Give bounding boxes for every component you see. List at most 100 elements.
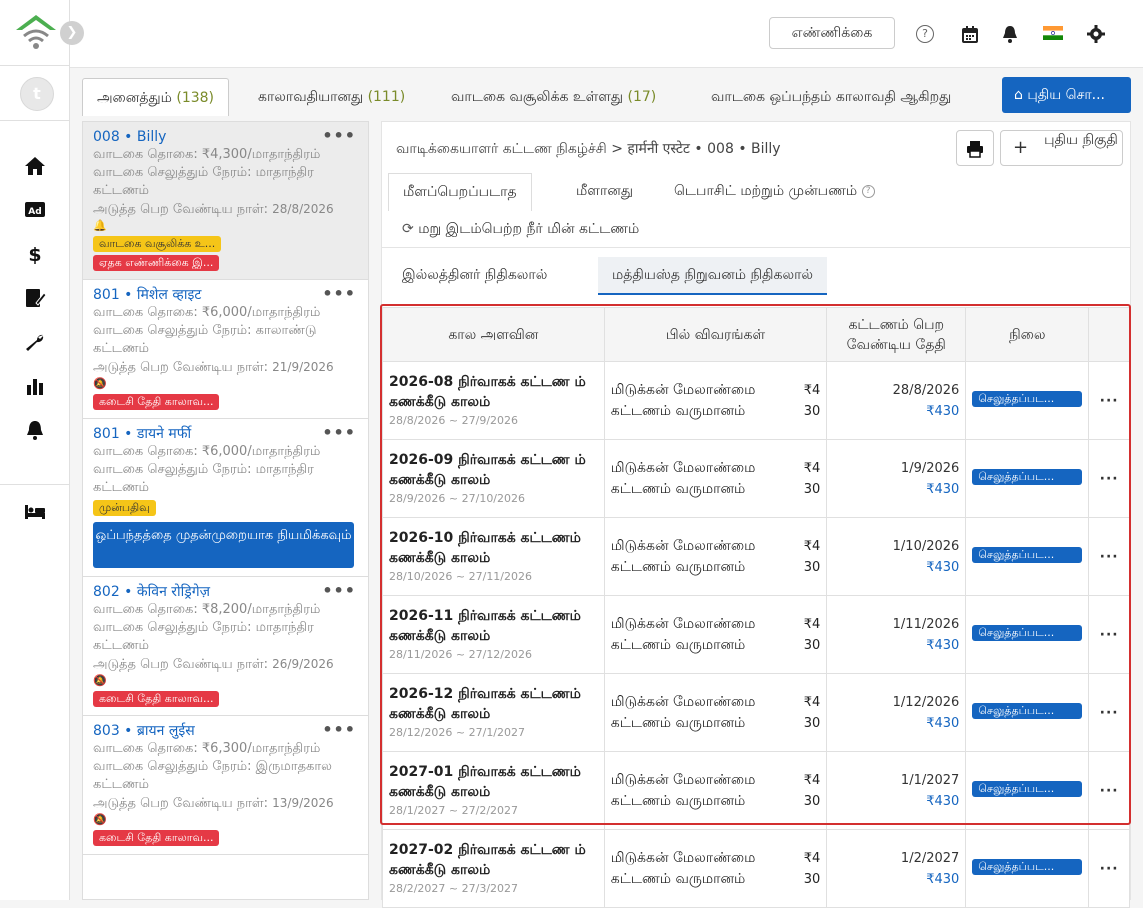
more-options-icon[interactable]: ••• <box>322 284 356 303</box>
status-cell: செலுத்தப்பட... <box>965 595 1090 674</box>
table-row[interactable]: 2026-09 நிர்வாகக் கட்டண ம் கணக்கீடு காலம… <box>382 439 1130 518</box>
due-amount: ₹430 <box>926 793 960 809</box>
rent-amount: வாடகை தொகை: ₹6,000/மாதாந்திரம் <box>93 444 321 459</box>
utility-bills-label: மறு இடம்பெற்ற நீர் மின் கட்டணம் <box>418 221 640 237</box>
period-cell: 2026-12 நிர்வாகக் கட்டணம் கணக்கீடு காலம்… <box>382 673 605 752</box>
row-more-icon[interactable]: ··· <box>1088 517 1130 596</box>
tenant-card[interactable]: 801 • डायने मर्फी ••• வாடகை தொகை: ₹6,000… <box>83 419 368 577</box>
bill-details-cell: மிடுக்கன் மேலாண்மை கட்டணம் வருமானம் ₹4 30 <box>603 517 828 596</box>
tab-unrecovered[interactable]: மீளப்பெறப்படாத <box>388 173 532 211</box>
payment-schedule: வாடகை செலுத்தும் நேரம்: மாதாந்திர கட்டணம… <box>93 165 314 198</box>
notification-bell-icon[interactable] <box>1000 24 1020 44</box>
tab-all[interactable]: அனைத்தும் (138) <box>82 78 230 116</box>
next-due-label: அடுத்த பெற வேண்டிய நாள்: <box>93 796 268 811</box>
sidebar-divider <box>0 120 70 121</box>
row-more-icon[interactable]: ··· <box>1088 673 1130 752</box>
tab-resident-funds[interactable]: இல்லத்தினர் நிதிகலால் <box>402 257 547 295</box>
status-badge: செலுத்தப்பட... <box>972 546 1083 563</box>
contract-icon[interactable] <box>23 287 47 309</box>
tenant-title: 008 • Billy <box>93 129 167 145</box>
rent-amount: வாடகை தொகை: ₹4,300/மாதாந்திரம் <box>93 147 321 162</box>
due-amount: ₹430 <box>926 715 960 731</box>
column-header: பில் விவரங்கள் <box>603 307 828 362</box>
new-button[interactable]: ⌂ புதிய சொ... <box>1002 77 1131 113</box>
next-due: அடுத்த பெற வேண்டிய நாள்: 28/8/2026 <box>93 200 358 219</box>
next-due-date: 21/9/2026 <box>272 360 334 374</box>
bill-amount: ₹4 30 <box>804 380 821 422</box>
table-row[interactable]: 2027-02 நிர்வாகக் கட்டண ம் கணக்கீடு காலம… <box>382 829 1130 908</box>
tab-deposit-advance[interactable]: டெபாசிட் மற்றும் முன்பணம் ? <box>674 183 875 201</box>
bill-description: மிடுக்கன் மேலாண்மை கட்டணம் வருமானம் <box>610 537 756 575</box>
ad-icon[interactable]: Ad <box>23 199 47 221</box>
help-icon[interactable]: ? <box>916 25 934 43</box>
due-cell: 1/9/2026 ₹430 <box>826 439 967 518</box>
status-cell: செலுத்தப்பட... <box>965 673 1090 752</box>
avatar[interactable]: t <box>20 77 54 111</box>
period-title: 2026-12 நிர்வாகக் கட்டணம் கணக்கீடு காலம் <box>389 686 581 722</box>
row-more-icon[interactable]: ··· <box>1088 439 1130 518</box>
tenant-card[interactable]: 802 • केविन रोड्रिगेज़ ••• வாடகை தொகை: ₹… <box>83 577 368 716</box>
table-row[interactable]: 2026-10 நிர்வாகக் கட்டணம் கணக்கீடு காலம்… <box>382 517 1130 596</box>
row-more-icon[interactable]: ··· <box>1088 751 1130 830</box>
tenant-name: Billy <box>136 129 167 145</box>
period-title: 2026-10 நிர்வாகக் கட்டணம் கணக்கீடு காலம் <box>389 530 581 566</box>
period-cell: 2026-09 நிர்வாகக் கட்டண ம் கணக்கீடு காலம… <box>382 439 605 518</box>
row-more-icon[interactable]: ··· <box>1088 361 1130 440</box>
more-options-icon[interactable]: ••• <box>322 126 356 145</box>
period-title: 2027-01 நிர்வாகக் கட்டணம் கணக்கீடு காலம் <box>389 764 581 800</box>
tenant-card[interactable]: 801 • मिशेल व्हाइट ••• வாடகை தொகை: ₹6,00… <box>83 280 368 419</box>
utility-bills-link[interactable]: ⟳ மறு இடம்பெற்ற நீர் மின் கட்டணம் <box>402 221 639 239</box>
more-options-icon[interactable]: ••• <box>322 423 356 442</box>
new-invoice-button[interactable]: + புதிய நிகுதி <box>1000 130 1123 166</box>
calendar-icon[interactable] <box>960 24 980 44</box>
due-amount: ₹430 <box>926 559 960 575</box>
bill-amount: ₹4 30 <box>804 614 821 656</box>
bed-icon[interactable] <box>23 501 47 523</box>
tab-label: வாடகை ஒப்பந்தம் காலாவதி ஆகிறது <box>711 89 952 105</box>
expand-sidebar-button[interactable]: ❯ <box>60 21 84 45</box>
bill-description: மிடுக்கன் மேலாண்மை கட்டணம் வருமானம் <box>610 849 756 887</box>
row-more-icon[interactable]: ··· <box>1088 829 1130 908</box>
more-options-icon[interactable]: ••• <box>322 581 356 600</box>
tenant-card[interactable]: 008 • Billy ••• வாடகை தொகை: ₹4,300/மாதாந… <box>83 122 368 280</box>
print-button[interactable] <box>956 130 994 166</box>
tab-agency-funds[interactable]: மத்தியஸ்த நிறுவனம் நிதிகலால் <box>598 257 828 295</box>
bar-chart-icon[interactable] <box>23 375 47 397</box>
table-row[interactable]: 2027-01 நிர்வாகக் கட்டணம் கணக்கீடு காலம்… <box>382 751 1130 830</box>
count-button[interactable]: எண்ணிக்கை <box>769 17 895 49</box>
next-due: அடுத்த பெற வேண்டிய நாள்: 21/9/2026 <box>93 358 358 377</box>
period-cell: 2026-10 நிர்வாகக் கட்டணம் கணக்கீடு காலம்… <box>382 517 605 596</box>
divider <box>382 247 1130 248</box>
tab-expired[interactable]: காலாவதியானது (111) <box>258 78 405 116</box>
help-icon[interactable]: ? <box>861 184 875 198</box>
bill-amount-part: ₹4 <box>803 538 821 554</box>
bill-amount-part: 30 <box>803 559 821 575</box>
bill-details-cell: மிடுக்கன் மேலாண்மை கட்டணம் வருமானம் ₹4 30 <box>603 829 828 908</box>
row-more-icon[interactable]: ··· <box>1088 595 1130 674</box>
tab-count: (111) <box>367 89 406 105</box>
bell-icon[interactable] <box>23 419 47 441</box>
svg-text:$: $ <box>28 244 41 265</box>
bill-description: மிடுக்கன் மேலாண்மை கட்டணம் வருமானம் <box>610 693 756 731</box>
home-icon[interactable] <box>23 155 47 177</box>
tenant-list: 008 • Billy ••• வாடகை தொகை: ₹4,300/மாதாந… <box>82 121 369 900</box>
more-options-icon[interactable]: ••• <box>322 720 356 739</box>
table-row[interactable]: 2026-08 நிர்வாகக் கட்டண ம் கணக்கீடு காலம… <box>382 361 1130 440</box>
tab-rent-to-collect[interactable]: வாடகை வசூலிக்க உள்ளது (17) <box>451 78 656 116</box>
tenant-card[interactable]: 803 • ब्रायन लुईस ••• வாடகை தொகை: ₹6,300… <box>83 716 368 855</box>
next-due-label: அடுத்த பெற வேண்டிய நாள்: <box>93 202 268 217</box>
table-row[interactable]: 2026-11 நிர்வாகக் கட்டணம் கணக்கீடு காலம்… <box>382 595 1130 674</box>
tab-recovered[interactable]: மீளானது <box>576 183 633 201</box>
table-row[interactable]: 2026-12 நிர்வாகக் கட்டணம் கணக்கீடு காலம்… <box>382 673 1130 752</box>
rent-amount: வாடகை தொகை: ₹6,000/மாதாந்திரம் <box>93 305 321 320</box>
breadcrumb-link[interactable]: வாடிக்கையாளர் கட்டண நிகழ்ச்சி <box>396 141 607 157</box>
assign-contract-button[interactable]: ஒப்பந்தத்தை முதன்முறையாக நியமிக்கவும் <box>93 522 354 568</box>
bill-amount-part: 30 <box>803 481 821 497</box>
period-title: 2026-09 நிர்வாகக் கட்டண ம் கணக்கீடு காலம… <box>389 452 586 488</box>
dollar-icon[interactable]: $ <box>23 243 47 265</box>
bill-amount-part: ₹4 <box>803 460 821 476</box>
wrench-icon[interactable] <box>23 331 47 353</box>
tab-lease-expiring[interactable]: வாடகை ஒப்பந்தம் காலாவதி ஆகிறது <box>711 78 994 116</box>
india-flag-icon[interactable] <box>1043 26 1063 40</box>
gear-icon[interactable] <box>1086 24 1106 44</box>
